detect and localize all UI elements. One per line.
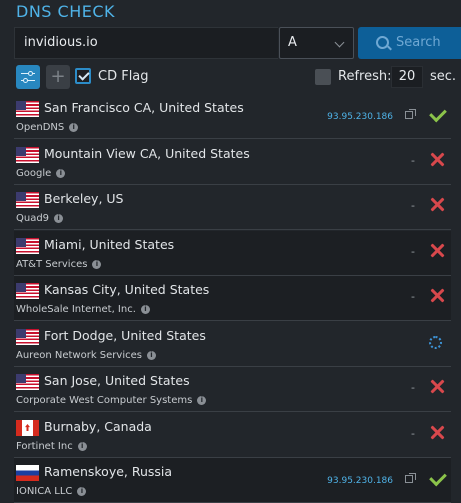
- info-icon[interactable]: i: [77, 487, 87, 496]
- flag-ru-icon: [16, 465, 39, 481]
- info-icon[interactable]: i: [92, 260, 102, 269]
- refresh-checkbox[interactable]: [315, 69, 331, 85]
- filter-settings-button[interactable]: [16, 65, 40, 89]
- error-x-icon: [430, 243, 445, 258]
- record-type-select[interactable]: A: [279, 27, 354, 59]
- resolved-ip: -: [411, 427, 415, 440]
- flag-us-icon: [16, 192, 39, 208]
- server-provider: Google i: [16, 168, 66, 179]
- result-row: Miami, United States AT&T Services i -: [14, 231, 451, 276]
- server-location: Kansas City, United States: [44, 282, 210, 297]
- cd-flag-checkbox[interactable]: [75, 68, 91, 84]
- info-icon[interactable]: i: [54, 214, 64, 223]
- server-provider: Corporate West Computer Systems i: [16, 395, 207, 406]
- result-row: San Francisco CA, United States OpenDNS i 9…: [14, 94, 451, 139]
- server-location: Fort Dodge, United States: [44, 328, 206, 343]
- flag-us-icon: [16, 374, 39, 390]
- provider-name: Google: [16, 168, 52, 179]
- plus-icon: +: [50, 66, 66, 87]
- server-location: Ramenskoye, Russia: [44, 464, 173, 479]
- error-x-icon: [430, 425, 445, 440]
- result-row: San Jose, United States Corporate West Co…: [14, 367, 451, 412]
- provider-name: WholeSale Internet, Inc.: [16, 304, 136, 315]
- resolved-ip: -: [411, 381, 415, 394]
- flag-us-icon: [16, 147, 39, 163]
- result-row: Burnaby, Canada Fortinet Inc i -: [14, 413, 451, 458]
- server-location: Miami, United States: [44, 237, 175, 252]
- info-icon[interactable]: i: [146, 351, 156, 360]
- info-icon[interactable]: i: [140, 305, 150, 314]
- info-icon[interactable]: i: [69, 123, 79, 132]
- server-provider: AT&T Services i: [16, 259, 102, 270]
- result-row: Berkeley, US Quad9 i -: [14, 185, 451, 230]
- provider-name: IONICA LLC: [16, 486, 73, 497]
- server-location: Burnaby, Canada: [44, 419, 152, 434]
- record-type-value: A: [288, 35, 297, 50]
- search-button[interactable]: Search: [358, 27, 461, 59]
- flag-us-icon: [16, 329, 39, 345]
- result-row: Kansas City, United States WholeSale Inte…: [14, 276, 451, 321]
- seconds-label: sec.: [430, 69, 457, 84]
- search-icon: [376, 36, 389, 49]
- server-provider: Quad9 i: [16, 213, 64, 224]
- refresh-interval-input[interactable]: 20: [391, 66, 423, 88]
- server-location: Berkeley, US: [44, 191, 124, 206]
- server-provider: Fortinet Inc i: [16, 441, 87, 452]
- server-provider: WholeSale Internet, Inc. i: [16, 304, 150, 315]
- loading-spinner-icon: [429, 336, 442, 349]
- chevron-down-icon: [334, 37, 345, 48]
- success-check-icon: [429, 468, 447, 487]
- resolved-ip[interactable]: 93.95.230.186: [327, 476, 393, 486]
- add-server-button[interactable]: +: [46, 65, 70, 89]
- error-x-icon: [430, 152, 445, 167]
- info-icon[interactable]: i: [56, 169, 66, 178]
- server-provider: Aureon Network Services i: [16, 350, 156, 361]
- domain-input[interactable]: invidious.io: [14, 27, 278, 59]
- result-row: Fort Dodge, United States Aureon Network …: [14, 322, 451, 367]
- provider-name: OpenDNS: [16, 122, 65, 133]
- refresh-label: Refresh:: [338, 69, 392, 84]
- error-x-icon: [430, 197, 445, 212]
- server-location: San Jose, United States: [44, 373, 190, 388]
- success-check-icon: [429, 104, 447, 123]
- server-location: Mountain View CA, United States: [44, 146, 250, 161]
- resolved-ip: -: [411, 245, 415, 258]
- server-location: San Francisco CA, United States: [44, 100, 244, 115]
- server-provider: IONICA LLC i: [16, 486, 87, 497]
- resolved-ip: -: [411, 154, 415, 167]
- result-row: Ramenskoye, Russia IONICA LLC i 93.95.230.1…: [14, 458, 451, 503]
- provider-name: Quad9: [16, 213, 50, 224]
- resolved-ip: -: [411, 199, 415, 212]
- provider-name: Corporate West Computer Systems: [16, 395, 193, 406]
- flag-us-icon: [16, 283, 39, 299]
- provider-name: Fortinet Inc: [16, 441, 73, 452]
- resolved-ip: -: [411, 290, 415, 303]
- info-icon[interactable]: i: [77, 442, 87, 451]
- server-provider: OpenDNS i: [16, 122, 79, 133]
- page-title: DNS CHECK: [16, 2, 116, 21]
- result-row: Mountain View CA, United States Google i -: [14, 140, 451, 185]
- resolved-ip[interactable]: 93.95.230.186: [327, 112, 393, 122]
- flag-us-icon: [16, 238, 39, 254]
- error-x-icon: [430, 379, 445, 394]
- error-x-icon: [430, 288, 445, 303]
- external-link-icon[interactable]: [405, 109, 416, 119]
- provider-name: AT&T Services: [16, 259, 88, 270]
- info-icon[interactable]: i: [197, 396, 207, 405]
- search-button-label: Search: [396, 35, 441, 50]
- flag-ca-icon: [16, 420, 39, 436]
- flag-us-icon: [16, 101, 39, 117]
- cd-flag-label: CD Flag: [98, 69, 149, 84]
- provider-name: Aureon Network Services: [16, 350, 142, 361]
- options-row: + CD Flag Refresh: 20 sec.: [14, 65, 457, 89]
- external-link-icon[interactable]: [405, 473, 416, 483]
